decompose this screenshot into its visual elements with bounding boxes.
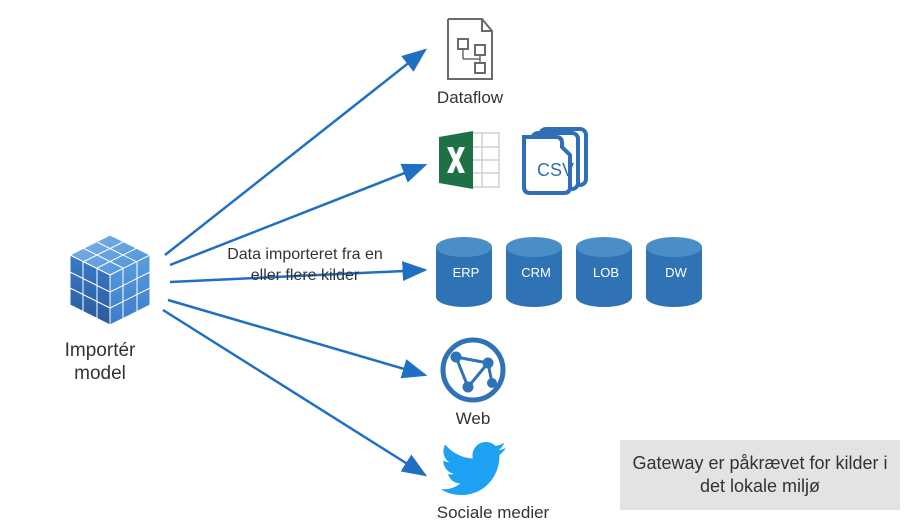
excel-icon [435,125,505,200]
cylinder-crm-label: CRM [508,265,564,280]
twitter-icon [438,440,510,505]
social-label: Sociale medier [428,503,558,523]
gateway-note-text: Gateway er påkrævet for kilder i det lok… [630,452,890,499]
import-model-label: Importér model [60,340,140,386]
cylinder-erp-label: ERP [438,265,494,280]
cylinder-lob-label: LOB [578,265,634,280]
cylinder-dw-label: DW [648,265,704,280]
web-icon [438,335,508,410]
import-model-cube [60,230,160,335]
web-label: Web [448,409,498,429]
arrow-caption: Data importeret fra en eller flere kilde… [215,245,395,287]
dataflow-label: Dataflow [430,88,510,108]
csv-label: CSV [537,160,574,181]
dataflow-icon [440,15,500,90]
gateway-note: Gateway er påkrævet for kilder i det lok… [620,440,900,510]
